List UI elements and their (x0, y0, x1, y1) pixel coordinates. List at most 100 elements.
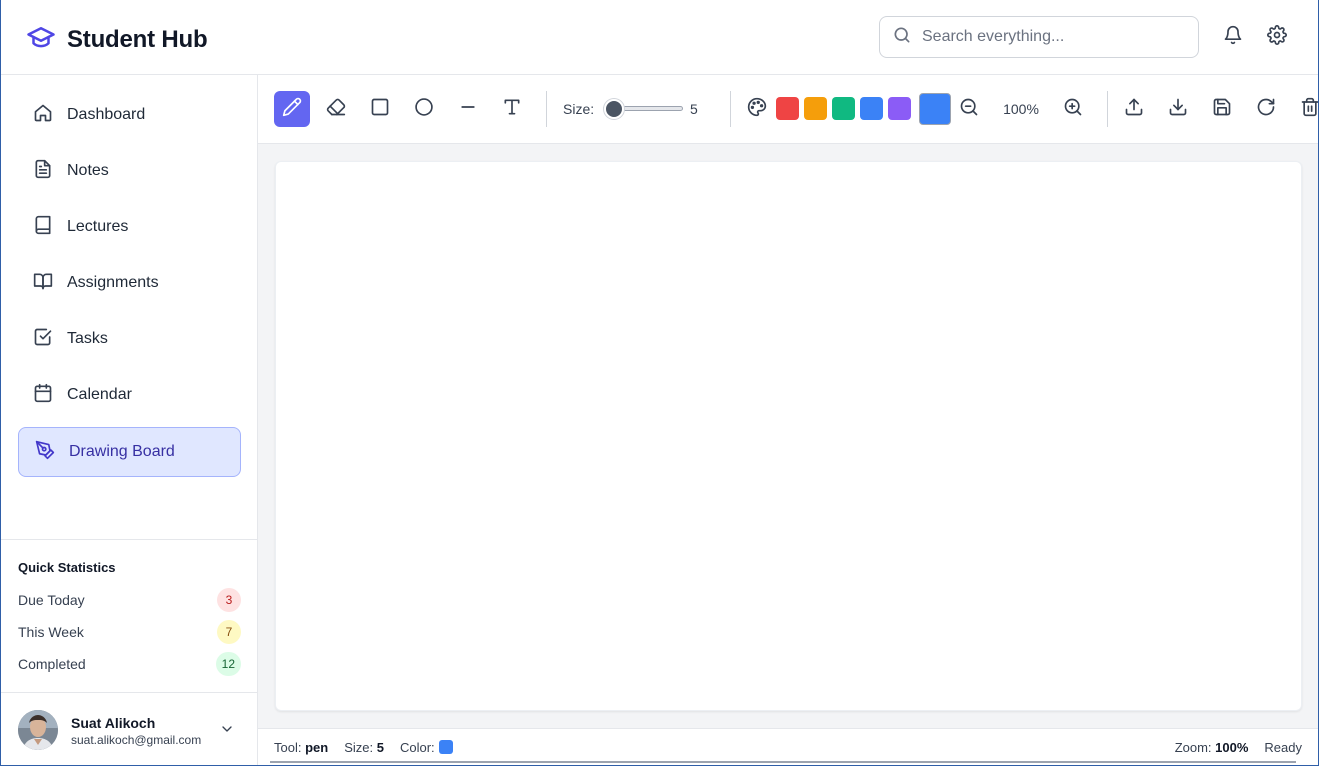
status-left: Tool: pen Size: 5 Color: (274, 740, 453, 755)
type-icon (502, 97, 522, 122)
status-scrollbar[interactable] (270, 761, 1296, 763)
status-size: Size: 5 (344, 740, 384, 755)
zoom-out-button[interactable] (951, 91, 987, 127)
tool-eraser-button[interactable] (318, 91, 354, 127)
sidebar-item-label: Lectures (67, 218, 129, 235)
zoom-out-icon (959, 97, 979, 122)
status-zoom-value: 100% (1215, 740, 1249, 755)
toolbar-divider (730, 91, 731, 127)
color-palette-button[interactable] (739, 91, 775, 127)
brush-size-label: Size: (563, 101, 595, 117)
sidebar-item-label: Drawing Board (69, 443, 175, 460)
sidebar-item-tasks[interactable]: Tasks (18, 315, 241, 363)
bell-icon (1223, 25, 1243, 50)
current-color-picker[interactable] (919, 93, 951, 125)
color-swatch-purple[interactable] (888, 97, 911, 120)
top-header: Student Hub (1, 0, 1318, 75)
count-badge: 3 (217, 588, 241, 612)
pencil-icon (282, 97, 302, 122)
status-state: Ready (1264, 740, 1302, 755)
sidebar-item-label: Assignments (67, 274, 159, 291)
quick-statistics: Quick Statistics Due Today 3 This Week 7… (1, 539, 257, 676)
canvas-area (258, 144, 1318, 728)
zoom-in-button[interactable] (1055, 91, 1091, 127)
book-open-icon (33, 271, 53, 296)
notifications-button[interactable] (1222, 25, 1244, 50)
save-icon (1212, 97, 1232, 122)
sidebar-item-label: Dashboard (67, 106, 146, 123)
quick-statistics-title: Quick Statistics (18, 560, 116, 575)
sidebar-item-assignments[interactable]: Assignments (18, 259, 241, 307)
color-swatch-green[interactable] (832, 97, 855, 120)
stat-label: Completed (18, 656, 86, 672)
toolbar-divider (546, 91, 547, 127)
count-badge: 7 (217, 620, 241, 644)
status-zoom: Zoom: 100% (1175, 740, 1249, 755)
app-logo[interactable]: Student Hub (25, 22, 208, 57)
search-icon (892, 25, 912, 50)
toolbar-divider (1107, 91, 1108, 127)
search-input[interactable] (922, 28, 1182, 46)
tool-pen-button[interactable] (274, 91, 310, 127)
drawing-toolbar: Size: 5 100% (258, 75, 1318, 144)
stat-label: Due Today (18, 592, 85, 608)
sidebar-item-calendar[interactable]: Calendar (18, 371, 241, 419)
sidebar: Dashboard Notes Lectures Assignments Tas… (1, 75, 258, 765)
palette-icon (747, 97, 767, 122)
calendar-icon (33, 383, 53, 408)
app-title: Student Hub (67, 25, 208, 53)
graduation-cap-icon (25, 22, 57, 57)
download-button[interactable] (1160, 91, 1196, 127)
status-tool-value: pen (305, 740, 329, 755)
save-button[interactable] (1204, 91, 1240, 127)
tool-circle-button[interactable] (406, 91, 442, 127)
settings-button[interactable] (1266, 24, 1288, 50)
stat-this-week: This Week 7 (18, 620, 241, 644)
upload-icon (1124, 97, 1144, 122)
sidebar-item-notes[interactable]: Notes (18, 147, 241, 195)
status-size-label: Size: (344, 740, 374, 755)
color-swatch-orange[interactable] (804, 97, 827, 120)
tool-line-button[interactable] (450, 91, 486, 127)
user-name: Suat Alikoch (71, 715, 156, 731)
zoom-level: 100% (1003, 101, 1039, 117)
pen-tool-icon (35, 440, 55, 465)
gear-icon (1267, 24, 1287, 50)
status-tool-label: Tool: (274, 740, 302, 755)
sidebar-item-label: Tasks (67, 330, 108, 347)
color-swatch-blue[interactable] (860, 97, 883, 120)
drawing-canvas[interactable] (275, 161, 1302, 711)
square-icon (370, 97, 390, 122)
download-icon (1168, 97, 1188, 122)
user-email: suat.alikoch@gmail.com (71, 733, 202, 747)
sidebar-item-drawing-board[interactable]: Drawing Board (18, 427, 241, 477)
brush-size-value: 5 (690, 101, 698, 117)
refresh-button[interactable] (1248, 91, 1284, 127)
status-color-swatch (438, 740, 453, 754)
stat-completed: Completed 12 (18, 652, 241, 676)
status-color: Color: (400, 740, 453, 755)
sidebar-item-lectures[interactable]: Lectures (18, 203, 241, 251)
sidebar-item-label: Notes (67, 162, 109, 179)
stat-label: This Week (18, 624, 84, 640)
status-bar: Tool: pen Size: 5 Color: Zoom: 100% Read… (258, 728, 1318, 765)
color-swatch-red[interactable] (776, 97, 799, 120)
status-tool: Tool: pen (274, 740, 328, 755)
upload-button[interactable] (1116, 91, 1152, 127)
sidebar-item-dashboard[interactable]: Dashboard (18, 91, 241, 139)
tool-rectangle-button[interactable] (362, 91, 398, 127)
tool-text-button[interactable] (494, 91, 530, 127)
search-box[interactable] (879, 16, 1199, 58)
sidebar-item-label: Calendar (67, 386, 132, 403)
chevron-down-icon[interactable] (219, 721, 235, 742)
circle-icon (414, 97, 434, 122)
stat-due-today: Due Today 3 (18, 588, 241, 612)
status-right: Zoom: 100% Ready (1175, 740, 1302, 755)
file-text-icon (33, 159, 53, 184)
count-badge: 12 (215, 652, 241, 676)
clear-canvas-button[interactable] (1292, 91, 1318, 127)
user-profile[interactable]: Suat Alikoch suat.alikoch@gmail.com (1, 692, 257, 765)
status-zoom-label: Zoom: (1174, 740, 1212, 755)
minus-icon (458, 97, 478, 122)
brush-size-slider-thumb[interactable] (604, 99, 624, 119)
